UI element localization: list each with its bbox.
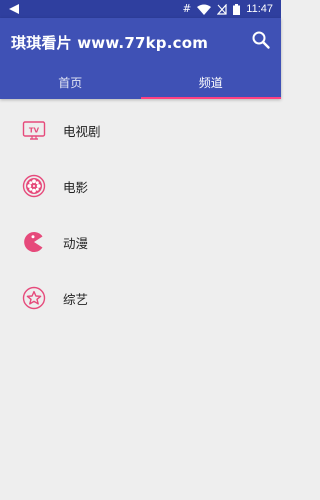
tv-icon: TV <box>22 121 46 140</box>
pacman-icon <box>24 232 43 252</box>
list-item-anime[interactable]: 动漫 <box>0 213 281 269</box>
back-arrow-icon <box>9 4 19 14</box>
list-item-label: 动漫 <box>63 236 89 251</box>
search-icon[interactable] <box>251 30 271 50</box>
clock: 11:47 <box>246 3 273 15</box>
status-bar: # 11:47 <box>0 0 281 18</box>
list-item-label: 电视剧 <box>63 124 101 139</box>
tab-label: 首页 <box>58 76 83 90</box>
tv-icon-text: TV <box>29 127 40 135</box>
list-item-label: 综艺 <box>63 292 89 307</box>
status-icons: # 11:47 <box>182 2 273 16</box>
star-icon <box>22 286 46 310</box>
no-signal-icon <box>217 3 227 15</box>
app-title: 琪琪看片 www.77kp.com <box>11 34 209 52</box>
tab-channels[interactable]: 频道 <box>140 66 281 99</box>
list-item-movies[interactable]: 电影 <box>0 157 281 213</box>
app-bar: 琪琪看片 www.77kp.com 首页 频道 <box>0 18 281 99</box>
film-reel-icon <box>22 174 46 198</box>
channel-list: TV 电视剧 电影 动漫 综艺 <box>0 101 281 325</box>
tab-label: 频道 <box>198 76 223 90</box>
tab-bar: 首页 频道 <box>0 66 281 99</box>
list-item-label: 电影 <box>63 180 89 195</box>
hash-icon: # <box>182 3 192 15</box>
tab-indicator <box>140 97 281 99</box>
tab-home[interactable]: 首页 <box>0 66 141 99</box>
wifi-icon <box>197 4 212 15</box>
list-item-variety[interactable]: 综艺 <box>0 269 281 325</box>
list-item-tv-series[interactable]: TV 电视剧 <box>0 101 281 157</box>
battery-icon <box>233 3 241 15</box>
